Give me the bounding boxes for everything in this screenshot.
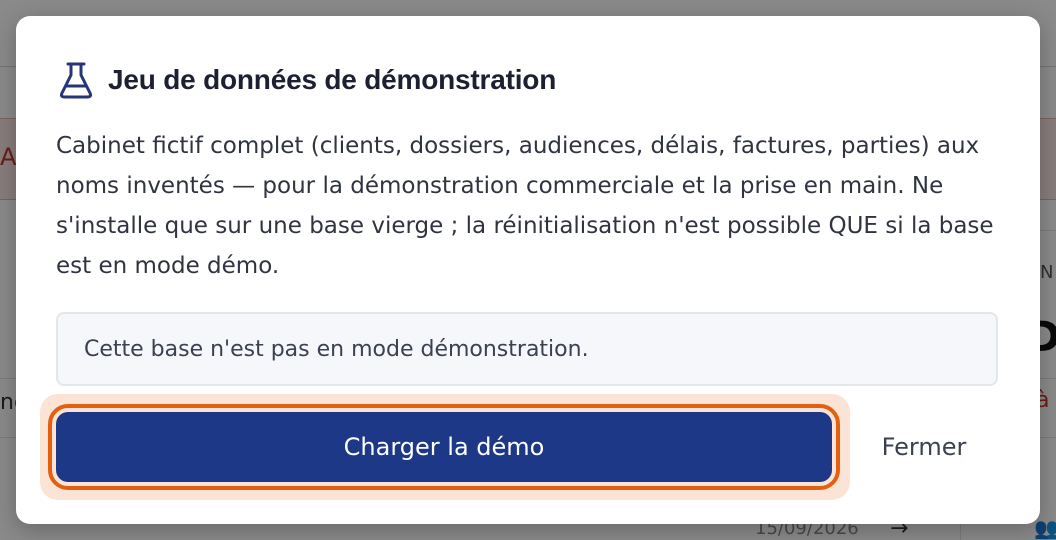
dialog-title: Jeu de données de démonstration — [108, 64, 557, 95]
load-demo-button[interactable]: Charger la démo — [48, 404, 840, 490]
demo-status-text: Cette base n'est pas en mode démonstrati… — [84, 336, 589, 362]
demo-data-dialog: Jeu de données de démonstration Cabinet … — [16, 16, 1040, 524]
dialog-description: Cabinet fictif complet (clients, dossier… — [56, 133, 994, 279]
dialog-header: Jeu de données de démonstration — [58, 60, 556, 100]
demo-status-notice: Cette base n'est pas en mode démonstrati… — [56, 312, 998, 386]
close-button[interactable]: Fermer — [864, 412, 984, 482]
flask-icon — [58, 60, 94, 100]
